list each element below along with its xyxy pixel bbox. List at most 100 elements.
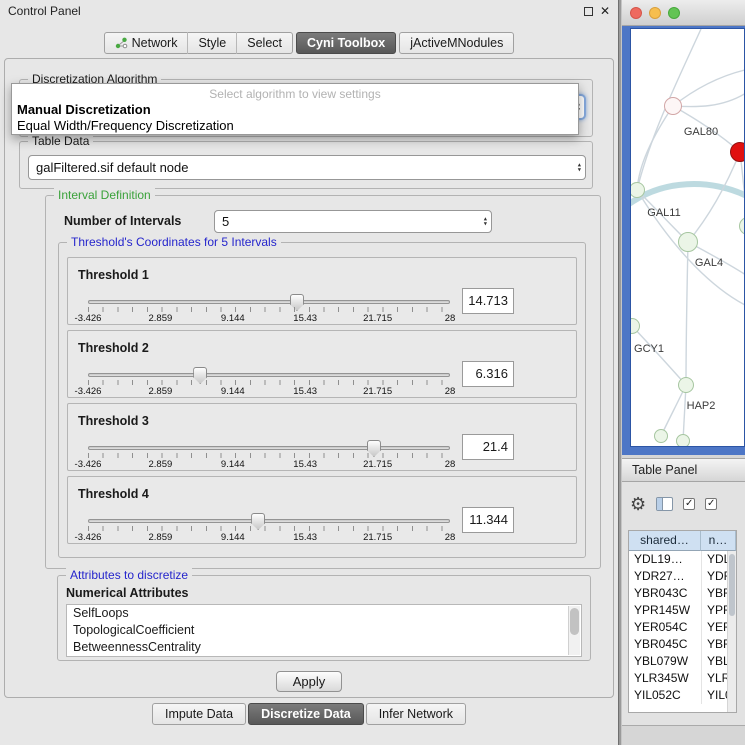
table-data-select[interactable]: galFiltered.sif default node ▴▾	[28, 155, 586, 180]
network-edge[interactable]	[632, 326, 686, 385]
tick-label: 9.144	[221, 313, 245, 324]
table-row[interactable]: YER054CYER0	[629, 619, 736, 636]
attribute-list-item[interactable]: TopologicalCoefficient	[67, 622, 581, 639]
table-cell: YLR345W	[629, 670, 701, 687]
table-header-row: shared…n…	[629, 531, 736, 551]
table-row[interactable]: YDL19…YDL1	[629, 551, 736, 568]
numerical-attributes-listbox[interactable]: SelfLoopsTopologicalCoefficientBetweenne…	[66, 604, 582, 657]
gear-icon[interactable]: ⚙	[630, 494, 646, 514]
close-panel-icon[interactable]: ✕	[600, 5, 610, 17]
attribute-list-item[interactable]: SelfLoops	[67, 605, 581, 622]
network-node[interactable]	[654, 429, 668, 443]
table-row[interactable]: YPR145WYPR1	[629, 602, 736, 619]
slider-ticks	[88, 526, 450, 531]
popup-option-manual-discretization[interactable]: Manual Discretization	[12, 102, 578, 118]
table-scrollbar[interactable]	[727, 551, 736, 712]
slider-track[interactable]	[88, 446, 450, 450]
network-node[interactable]	[676, 434, 690, 447]
tick-label: 21.715	[363, 313, 392, 324]
threshold-slider[interactable]: -3.4262.8599.14415.4321.71528	[88, 294, 450, 324]
network-node-label: GAL11	[647, 207, 680, 219]
slider-track[interactable]	[88, 519, 450, 523]
popup-placeholder-item[interactable]: Select algorithm to view settings	[12, 86, 578, 102]
select-none-checkbox-icon[interactable]: ✓	[705, 498, 717, 510]
threshold-value-field[interactable]: 14.713	[462, 288, 514, 314]
tab-select[interactable]: Select	[236, 32, 292, 54]
screen: Control Panel ✕ Network	[0, 0, 745, 745]
tab-infer-network[interactable]: Infer Network	[366, 703, 466, 725]
tab-discretize-data[interactable]: Discretize Data	[248, 703, 364, 725]
apply-button[interactable]: Apply	[276, 671, 342, 692]
table-panel-titlebar: Table Panel	[622, 458, 745, 482]
threshold-value-field[interactable]: 11.344	[462, 507, 514, 533]
slider-track[interactable]	[88, 373, 450, 377]
threshold-slider[interactable]: -3.4262.8599.14415.4321.71528	[88, 440, 450, 470]
right-side: GAL80GAL11GAL4GCY1HAP2 Table Panel ⚙ ✓ ✓…	[622, 0, 745, 745]
zoom-window-icon[interactable]	[668, 7, 680, 19]
select-all-checkbox-icon[interactable]: ✓	[683, 498, 695, 510]
table-cell: YDR27…	[629, 568, 701, 585]
network-edge[interactable]	[661, 385, 686, 436]
network-edge[interactable]	[686, 242, 688, 385]
tick-label: 9.144	[221, 459, 245, 470]
minimize-window-icon[interactable]	[649, 7, 661, 19]
table-scrollbar-thumb[interactable]	[729, 554, 735, 616]
network-node-selected[interactable]	[730, 142, 745, 162]
tick-label: 9.144	[221, 386, 245, 397]
tick-label: 2.859	[149, 313, 173, 324]
table-row[interactable]: YLR345WYLR3	[629, 670, 736, 687]
threshold-value-field[interactable]: 6.316	[462, 361, 514, 387]
network-node-label: GAL80	[684, 126, 718, 138]
attribute-list-item[interactable]: BetweennessCentrality	[67, 639, 581, 656]
list-scrollbar-thumb[interactable]	[570, 608, 579, 635]
table-row[interactable]: YBR045CYBR0	[629, 636, 736, 653]
tab-jactivemnodules[interactable]: jActiveMNodules	[399, 32, 514, 54]
network-edge[interactable]	[637, 106, 673, 190]
table-row[interactable]: YBR043CYBR0	[629, 585, 736, 602]
tab-style[interactable]: Style	[187, 32, 236, 54]
tab-cyni-toolbox[interactable]: Cyni Toolbox	[296, 32, 396, 54]
tick-label: 9.144	[221, 532, 245, 543]
network-edge[interactable]	[683, 385, 686, 441]
tick-label: 15.43	[293, 532, 317, 543]
tick-label: 15.43	[293, 386, 317, 397]
node-table: shared…n… YDL19…YDL1YDR27…YDR2YBR043CYBR…	[628, 530, 737, 713]
float-panel-icon[interactable]	[584, 7, 593, 16]
threshold-slider[interactable]: -3.4262.8599.14415.4321.71528	[88, 513, 450, 543]
tick-label: 2.859	[149, 386, 173, 397]
slider-track[interactable]	[88, 300, 450, 304]
network-edge[interactable]	[688, 152, 740, 242]
threshold-slider[interactable]: -3.4262.8599.14415.4321.71528	[88, 367, 450, 397]
popup-option-equal-width[interactable]: Equal Width/Frequency Discretization	[12, 118, 578, 134]
tab-impute-data[interactable]: Impute Data	[152, 703, 246, 725]
table-row[interactable]: YDR27…YDR2	[629, 568, 736, 585]
tick-label: -3.426	[75, 459, 102, 470]
table-data-selected-value: galFiltered.sif default node	[36, 160, 188, 175]
threshold-value-field[interactable]: 21.4	[462, 434, 514, 460]
network-canvas[interactable]: GAL80GAL11GAL4GCY1HAP2	[630, 28, 745, 447]
tick-label: 28	[445, 313, 456, 324]
table-header-cell[interactable]: n…	[701, 531, 736, 551]
number-of-intervals-select[interactable]: 5 ▴▾	[214, 210, 492, 233]
table-header-cell[interactable]: shared…	[629, 531, 701, 551]
network-edge[interactable]	[740, 152, 745, 226]
network-node[interactable]	[664, 97, 682, 115]
table-cell: YPR145W	[629, 602, 701, 619]
table-row[interactable]: YIL052CYIL0	[629, 687, 736, 704]
table-cell: YER054C	[629, 619, 701, 636]
table-row[interactable]: YBL079WYBL0	[629, 653, 736, 670]
network-node[interactable]	[678, 232, 698, 252]
threshold-panel: Threshold 2-3.4262.8599.14415.4321.71528…	[67, 330, 577, 398]
threshold-label: Threshold 3	[78, 414, 149, 428]
table-panel-title: Table Panel	[632, 463, 697, 477]
list-scrollbar[interactable]	[568, 606, 580, 655]
network-edge[interactable]	[631, 184, 745, 207]
close-window-icon[interactable]	[630, 7, 642, 19]
tab-network[interactable]: Network	[105, 32, 188, 54]
tick-label: -3.426	[75, 386, 102, 397]
columns-icon[interactable]	[656, 497, 673, 511]
number-of-intervals-value: 5	[222, 214, 229, 229]
network-node[interactable]	[678, 377, 694, 393]
network-edge[interactable]	[673, 69, 745, 106]
threshold-panel: Threshold 3 -3.4262.8599.14415.4321.71528…	[67, 403, 577, 471]
